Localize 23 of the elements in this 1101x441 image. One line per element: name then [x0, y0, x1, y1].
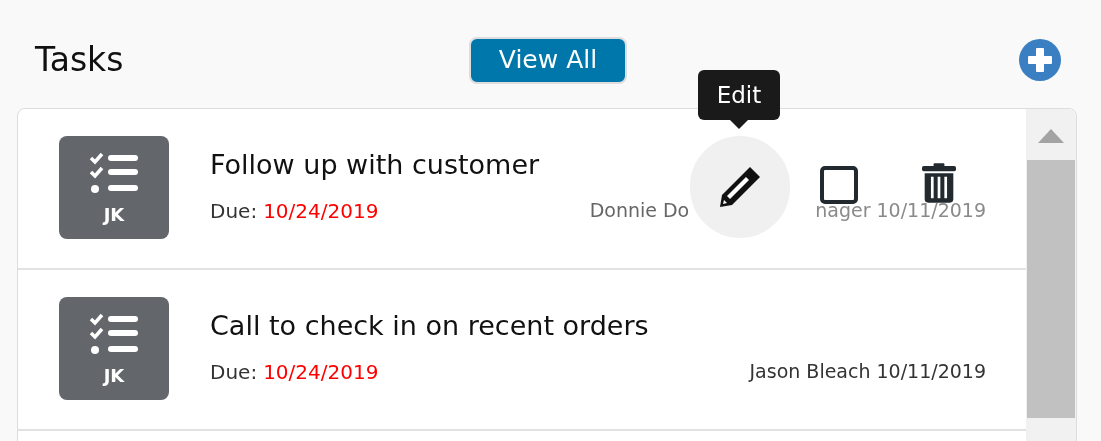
add-icon[interactable] [1019, 39, 1061, 81]
checklist-icon [89, 152, 139, 196]
initials-label: JK [103, 364, 125, 388]
due-label: Due: [210, 358, 258, 386]
scrollbar-thumb[interactable] [1027, 160, 1075, 418]
due-label: Due: [210, 197, 258, 225]
due-date: 10/24/2019 [263, 197, 379, 225]
edit-tooltip: Edit [698, 70, 780, 129]
task-title[interactable]: Call to check in on recent orders [210, 306, 987, 347]
trash-icon[interactable] [922, 163, 956, 203]
scrollbar[interactable] [1026, 109, 1076, 441]
task-title[interactable]: Follow up with customer [210, 145, 987, 186]
scroll-up-icon[interactable] [1038, 129, 1064, 143]
owner-date-text: Donnie Do [589, 198, 690, 224]
due-date: 10/24/2019 [263, 358, 379, 386]
checkbox-icon[interactable] [820, 166, 858, 204]
initials-label: JK [103, 203, 125, 227]
owner-date-text: Jason Bleach 10/11/2019 [749, 359, 987, 385]
page-title: Tasks [35, 39, 125, 82]
pencil-icon [718, 165, 762, 209]
owner-date-text: nager 10/11/2019 [815, 198, 987, 224]
checklist-icon [89, 313, 139, 357]
view-all-button[interactable]: View All [469, 36, 627, 84]
